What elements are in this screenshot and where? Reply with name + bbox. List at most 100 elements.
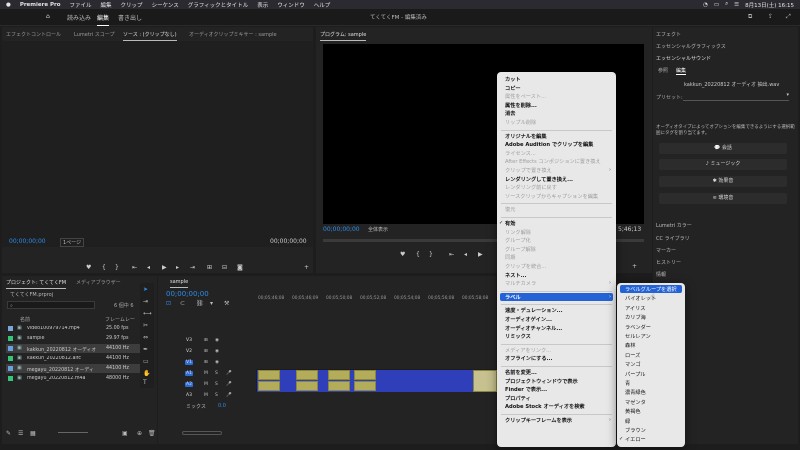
program-button-editor-icon[interactable]: + xyxy=(632,263,637,270)
context-menu-item[interactable]: 速度・デュレーション... xyxy=(505,307,563,314)
label-option[interactable]: ブラウン xyxy=(625,427,646,434)
tab-media-browser[interactable]: メディアブラウザー xyxy=(76,279,121,286)
control-center-icon[interactable]: ☰ xyxy=(734,2,739,8)
program-step-back-icon[interactable]: ◂ xyxy=(464,251,467,258)
track-target-a2[interactable]: A2 xyxy=(185,382,193,387)
tab-info[interactable]: 情報 xyxy=(656,271,666,278)
fullscreen-icon[interactable]: ⤢ xyxy=(786,13,791,21)
tab-import[interactable]: 読み込み xyxy=(67,13,91,22)
sync-lock-icon[interactable]: ⊞ xyxy=(204,349,208,354)
mute-button[interactable]: M xyxy=(204,371,208,376)
program-go-in-icon[interactable]: ⇤ xyxy=(449,251,454,258)
tab-essential-sound[interactable]: エッセンシャルサウンド xyxy=(656,55,711,62)
context-menu-item[interactable]: Adobe Audition でクリップを編集 xyxy=(505,141,593,148)
go-to-in-icon[interactable]: ⇤ xyxy=(132,264,137,271)
label-color-swatch[interactable] xyxy=(8,326,13,331)
menu-view[interactable]: 表示 xyxy=(257,1,268,9)
audio-clip-selected[interactable] xyxy=(258,381,280,391)
audio-clip-selected[interactable] xyxy=(328,381,350,391)
context-menu-item[interactable]: オフラインにする... xyxy=(505,355,552,362)
eye-icon[interactable]: ◉ xyxy=(215,360,219,365)
track-target-v3[interactable]: V3 xyxy=(185,338,193,343)
project-search-input[interactable]: ⌕ xyxy=(7,301,95,309)
label-option[interactable]: 緑 xyxy=(625,418,630,425)
tab-edit[interactable]: 編集 xyxy=(97,13,110,26)
preset-select[interactable]: ▾ xyxy=(683,92,789,101)
home-icon[interactable]: ⌂ xyxy=(46,13,50,20)
mark-out-icon[interactable]: } xyxy=(115,264,119,271)
context-menu-item[interactable]: リミックス xyxy=(505,333,531,340)
col-name[interactable]: 名前 xyxy=(20,316,30,323)
menu-window[interactable]: ウィンドウ xyxy=(277,1,305,9)
snap-icon[interactable]: ⊂ xyxy=(180,300,185,307)
ambience-button[interactable]: ≋ 環境音 xyxy=(659,193,787,204)
context-menu-item[interactable]: コピー xyxy=(505,85,521,92)
context-menu-item[interactable]: オリジナルを編集 xyxy=(505,133,547,140)
subtab-browse[interactable]: 参照 xyxy=(658,67,668,74)
tab-project[interactable]: プロジェクト: てくてくFM xyxy=(6,279,67,289)
label-option[interactable]: 黄褐色 xyxy=(625,408,641,415)
label-option[interactable]: イエロー xyxy=(625,436,646,443)
export-frame-icon[interactable]: ◙ xyxy=(237,264,243,271)
context-menu-item[interactable]: 属性を削除... xyxy=(505,102,537,109)
selection-tool-icon[interactable]: ➤ xyxy=(143,286,148,293)
sfx-button[interactable]: ✱ 効果音 xyxy=(659,176,787,187)
tab-cc-libraries[interactable]: CC ライブラリ xyxy=(656,235,690,242)
audio-clip-selected[interactable] xyxy=(296,370,318,380)
step-back-icon[interactable]: ◂ xyxy=(147,264,150,271)
time-ruler[interactable]: 00;05;46;08 00;05;46;09 00;05;50;08 00;05;5… xyxy=(258,294,496,306)
program-mark-in-icon[interactable]: { xyxy=(416,251,420,258)
label-option[interactable]: パープル xyxy=(625,371,645,378)
solo-button[interactable]: S xyxy=(215,371,218,376)
insert-icon[interactable]: ⊞ xyxy=(207,264,212,271)
subtab-edit[interactable]: 編集 xyxy=(676,67,687,75)
label-option[interactable]: アイリス xyxy=(625,305,646,312)
tab-markers[interactable]: マーカー xyxy=(656,247,676,254)
project-item-row[interactable]: ▣ kakkun_20220812 オーディオ 44100 Hz xyxy=(6,344,141,353)
add-marker-icon[interactable]: ♥ xyxy=(86,264,91,271)
eye-icon[interactable]: ◉ xyxy=(215,338,219,343)
solo-button[interactable]: S xyxy=(215,393,218,398)
label-option[interactable]: ラベンダー xyxy=(625,324,651,331)
mute-button[interactable]: M xyxy=(204,393,208,398)
battery-icon[interactable]: ▭ xyxy=(714,2,719,8)
tab-export[interactable]: 書き出し xyxy=(118,13,142,22)
context-menu-item[interactable]: Finder で表示... xyxy=(505,386,547,393)
label-color-swatch[interactable] xyxy=(8,376,13,381)
source-page-select[interactable]: 1ページ xyxy=(60,238,85,247)
track-target-a1[interactable]: A1 xyxy=(185,371,193,376)
button-editor-icon[interactable]: + xyxy=(304,264,309,271)
tab-lumetri-scopes[interactable]: Lumetri スコープ xyxy=(74,31,115,38)
col-frame-rate[interactable]: フレームレー xyxy=(105,316,135,323)
audio-clip-selected[interactable] xyxy=(354,370,376,380)
tab-effects[interactable]: エフェクト xyxy=(656,31,681,38)
track-select-tool-icon[interactable]: ⇥ xyxy=(143,298,148,305)
label-color-swatch[interactable] xyxy=(8,346,13,351)
linked-selection-icon[interactable]: ⛓ xyxy=(196,300,204,307)
label-option[interactable]: セルレアン xyxy=(625,333,651,340)
program-play-icon[interactable]: ▶ xyxy=(478,251,483,258)
menu-clip[interactable]: クリップ xyxy=(121,1,143,9)
project-item-row[interactable]: ▣ megayu_20220812.m4a 48000 Hz xyxy=(6,374,141,383)
context-menu-item[interactable]: プロパティ xyxy=(505,395,531,402)
context-menu-item[interactable]: オーディオゲイン... xyxy=(505,316,552,323)
audio-clip-selected[interactable] xyxy=(473,370,497,392)
timeline-timecode[interactable]: 00;00;00;00 xyxy=(166,290,209,298)
play-icon[interactable]: ▶ xyxy=(162,264,167,271)
source-timecode[interactable]: 00;00;00;00 xyxy=(9,238,46,245)
solo-button[interactable]: S xyxy=(215,382,218,387)
wifi-icon[interactable]: ◔ xyxy=(703,2,708,8)
label-color-swatch[interactable] xyxy=(8,366,13,371)
trash-icon[interactable]: 🗑 xyxy=(148,430,156,437)
context-menu-item[interactable]: Adobe Stock オーディオを検索 xyxy=(505,403,585,410)
icon-view-icon[interactable]: ▦ xyxy=(30,430,36,437)
audio-clip-selected[interactable] xyxy=(296,381,318,391)
sync-lock-icon[interactable]: ⊞ xyxy=(204,338,208,343)
program-timecode[interactable]: 00;00;00;00 xyxy=(323,226,360,233)
label-option[interactable]: マゼンタ xyxy=(625,399,646,406)
menu-sequence[interactable]: シーケンス xyxy=(152,1,179,9)
label-color-swatch[interactable] xyxy=(8,336,13,341)
program-marker-icon[interactable]: ♥ xyxy=(400,251,405,258)
eye-icon[interactable]: ◉ xyxy=(215,349,219,354)
voiceover-icon[interactable]: 🎤 xyxy=(226,382,232,387)
